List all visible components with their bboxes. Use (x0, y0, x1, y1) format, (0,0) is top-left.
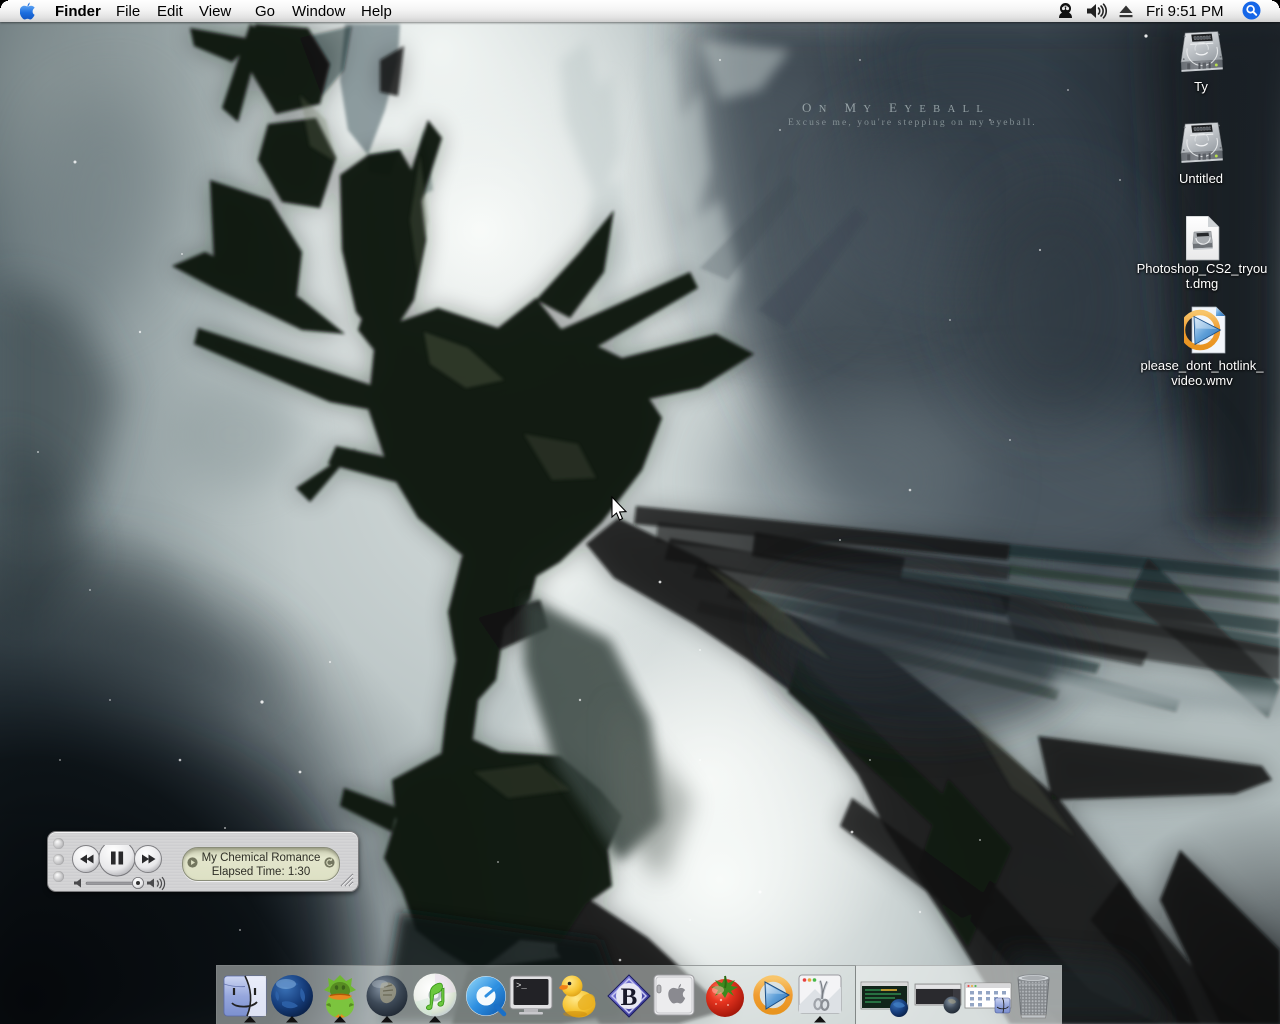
svg-text:B: B (621, 984, 638, 1011)
svg-text:>_: >_ (516, 981, 527, 991)
svg-text:Excuse me, you're stepping on: Excuse me, you're stepping on my eyeball… (788, 118, 1037, 128)
